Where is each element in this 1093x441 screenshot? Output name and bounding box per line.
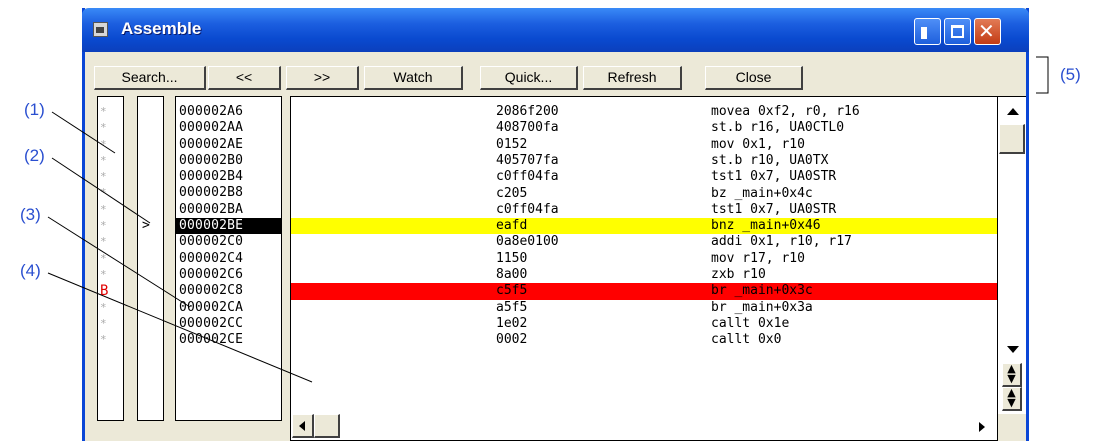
leader-line-3	[47, 216, 191, 308]
leader-line-1	[51, 111, 116, 154]
bracket-5	[1036, 56, 1049, 94]
leader-line-2	[51, 157, 151, 224]
leader-line-4	[47, 272, 313, 383]
callout-leader-lines	[47, 56, 1049, 383]
